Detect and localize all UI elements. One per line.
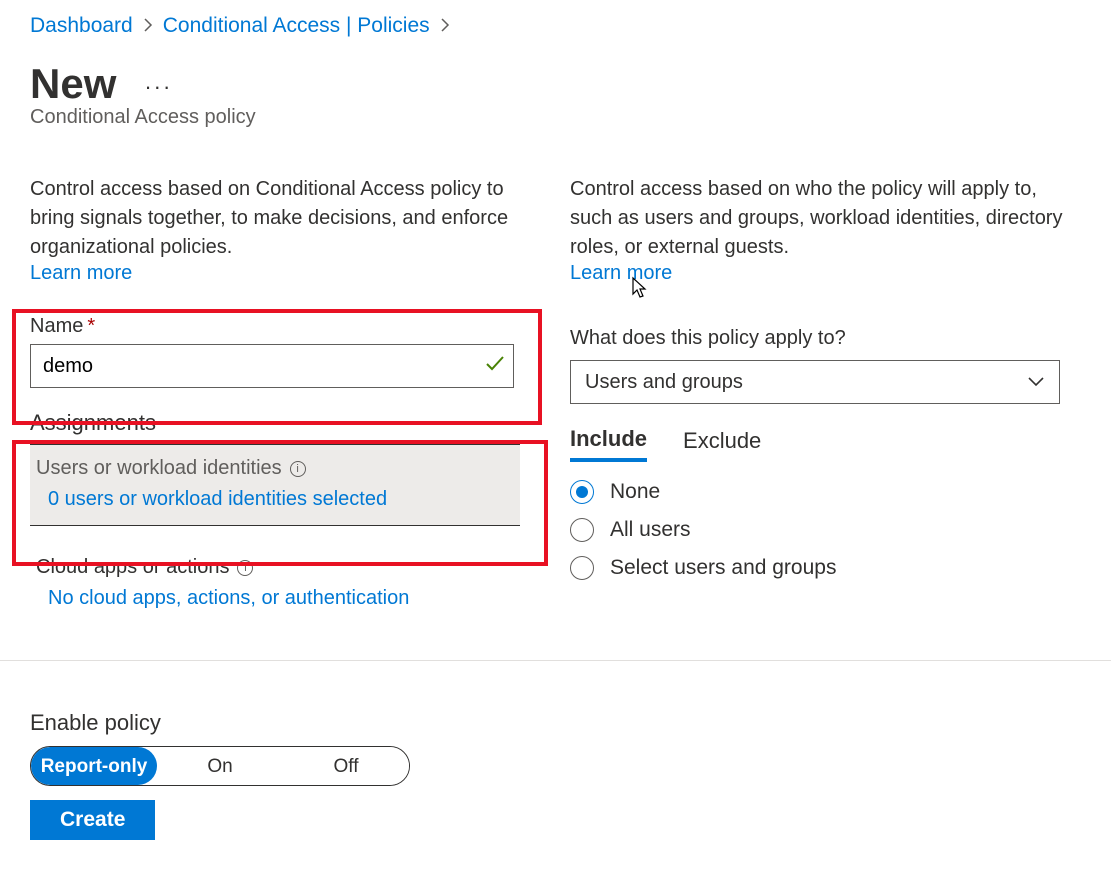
assignment-cloud-row[interactable]: Cloud apps or actions i No cloud apps, a… <box>30 544 520 624</box>
tab-include[interactable]: Include <box>570 426 647 462</box>
tab-exclude[interactable]: Exclude <box>683 426 761 462</box>
radio-all-users-label: All users <box>610 518 691 542</box>
radio-none-label: None <box>610 480 660 504</box>
assignment-users-link[interactable]: 0 users or workload identities selected <box>48 488 514 511</box>
radio-all-users[interactable]: All users <box>570 518 1081 542</box>
apply-to-selected-value: Users and groups <box>585 371 743 394</box>
required-indicator: * <box>87 315 95 337</box>
info-icon[interactable]: i <box>290 461 306 477</box>
assignment-cloud-link[interactable]: No cloud apps, actions, or authenticatio… <box>48 587 514 610</box>
radio-select-users-label: Select users and groups <box>610 556 836 580</box>
assignment-users-title: Users or workload identities <box>36 457 282 480</box>
apply-to-label: What does this policy apply to? <box>570 327 1081 350</box>
toggle-off[interactable]: Off <box>283 747 409 785</box>
create-button[interactable]: Create <box>30 800 155 840</box>
toggle-report-only[interactable]: Report-only <box>31 747 157 785</box>
include-exclude-tabs: Include Exclude <box>570 426 1081 462</box>
left-description: Control access based on Conditional Acce… <box>30 175 530 262</box>
page-subtitle: Conditional Access policy <box>30 106 1081 129</box>
divider <box>0 660 1111 661</box>
radio-select-users[interactable]: Select users and groups <box>570 556 1081 580</box>
info-icon[interactable]: i <box>237 560 253 576</box>
enable-policy-toggle: Report-only On Off <box>30 746 410 786</box>
chevron-down-icon <box>1027 372 1045 393</box>
radio-icon <box>570 480 594 504</box>
radio-icon <box>570 556 594 580</box>
breadcrumb-conditional-access[interactable]: Conditional Access | Policies <box>163 14 430 38</box>
page-title: New <box>30 60 116 108</box>
name-input[interactable] <box>30 344 514 388</box>
chevron-right-icon <box>143 16 153 37</box>
radio-icon <box>570 518 594 542</box>
page-header: New ··· Conditional Access policy <box>30 50 1081 129</box>
breadcrumb-dashboard[interactable]: Dashboard <box>30 14 133 38</box>
breadcrumb: Dashboard Conditional Access | Policies <box>30 0 1081 44</box>
assignment-cloud-title: Cloud apps or actions <box>36 556 229 579</box>
name-label: Name* <box>30 315 530 338</box>
chevron-right-icon <box>440 16 450 37</box>
radio-none[interactable]: None <box>570 480 1081 504</box>
apply-to-select[interactable]: Users and groups <box>570 360 1060 404</box>
right-description: Control access based on who the policy w… <box>570 175 1081 262</box>
toggle-on[interactable]: On <box>157 747 283 785</box>
enable-policy-label: Enable policy <box>30 710 1081 736</box>
assignments-heading: Assignments <box>30 410 530 436</box>
learn-more-left[interactable]: Learn more <box>30 262 132 284</box>
learn-more-right[interactable]: Learn more <box>570 262 672 284</box>
more-actions-button[interactable]: ··· <box>136 70 180 104</box>
assignment-users-row[interactable]: Users or workload identities i 0 users o… <box>30 445 520 525</box>
